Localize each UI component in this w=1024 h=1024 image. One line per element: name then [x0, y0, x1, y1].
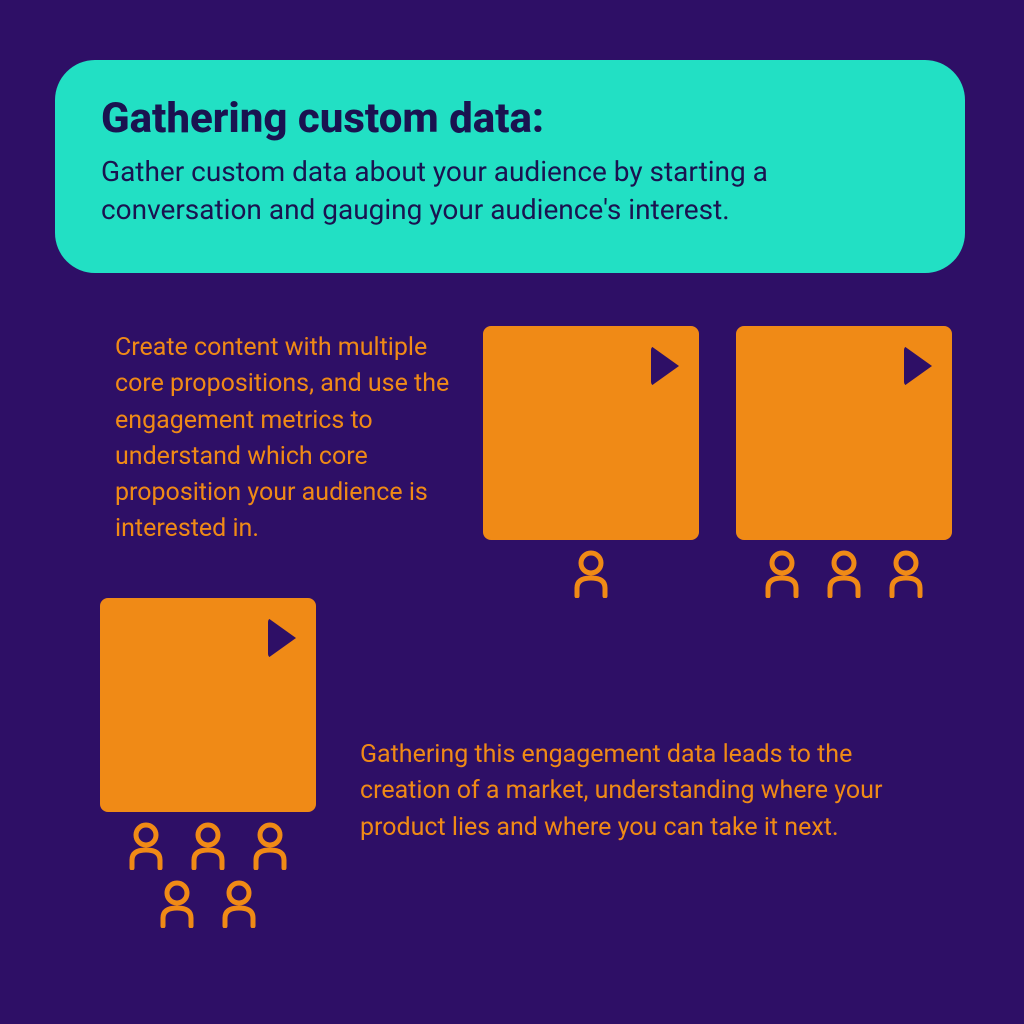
person-icon	[219, 880, 259, 928]
header-title: Gathering custom data:	[101, 94, 919, 143]
play-icon	[651, 346, 679, 386]
play-icon	[904, 346, 932, 386]
video-tile	[100, 598, 316, 812]
header-card: Gathering custom data: Gather custom dat…	[55, 60, 965, 273]
person-icon	[126, 822, 166, 870]
header-subtitle: Gather custom data about your audience b…	[101, 153, 919, 229]
play-icon	[268, 618, 296, 658]
paragraph-market: Gathering this engagement data leads to …	[360, 737, 930, 846]
person-icon	[157, 880, 197, 928]
person-icon	[188, 822, 228, 870]
person-icon	[571, 550, 611, 598]
audience-group	[100, 822, 316, 928]
person-icon	[762, 550, 802, 598]
video-tile	[736, 326, 952, 540]
person-icon	[824, 550, 864, 598]
person-icon	[886, 550, 926, 598]
paragraph-propositions: Create content with multiple core propos…	[115, 330, 450, 548]
audience-group	[483, 550, 699, 598]
person-icon	[250, 822, 290, 870]
video-tile	[483, 326, 699, 540]
audience-group	[736, 550, 952, 598]
